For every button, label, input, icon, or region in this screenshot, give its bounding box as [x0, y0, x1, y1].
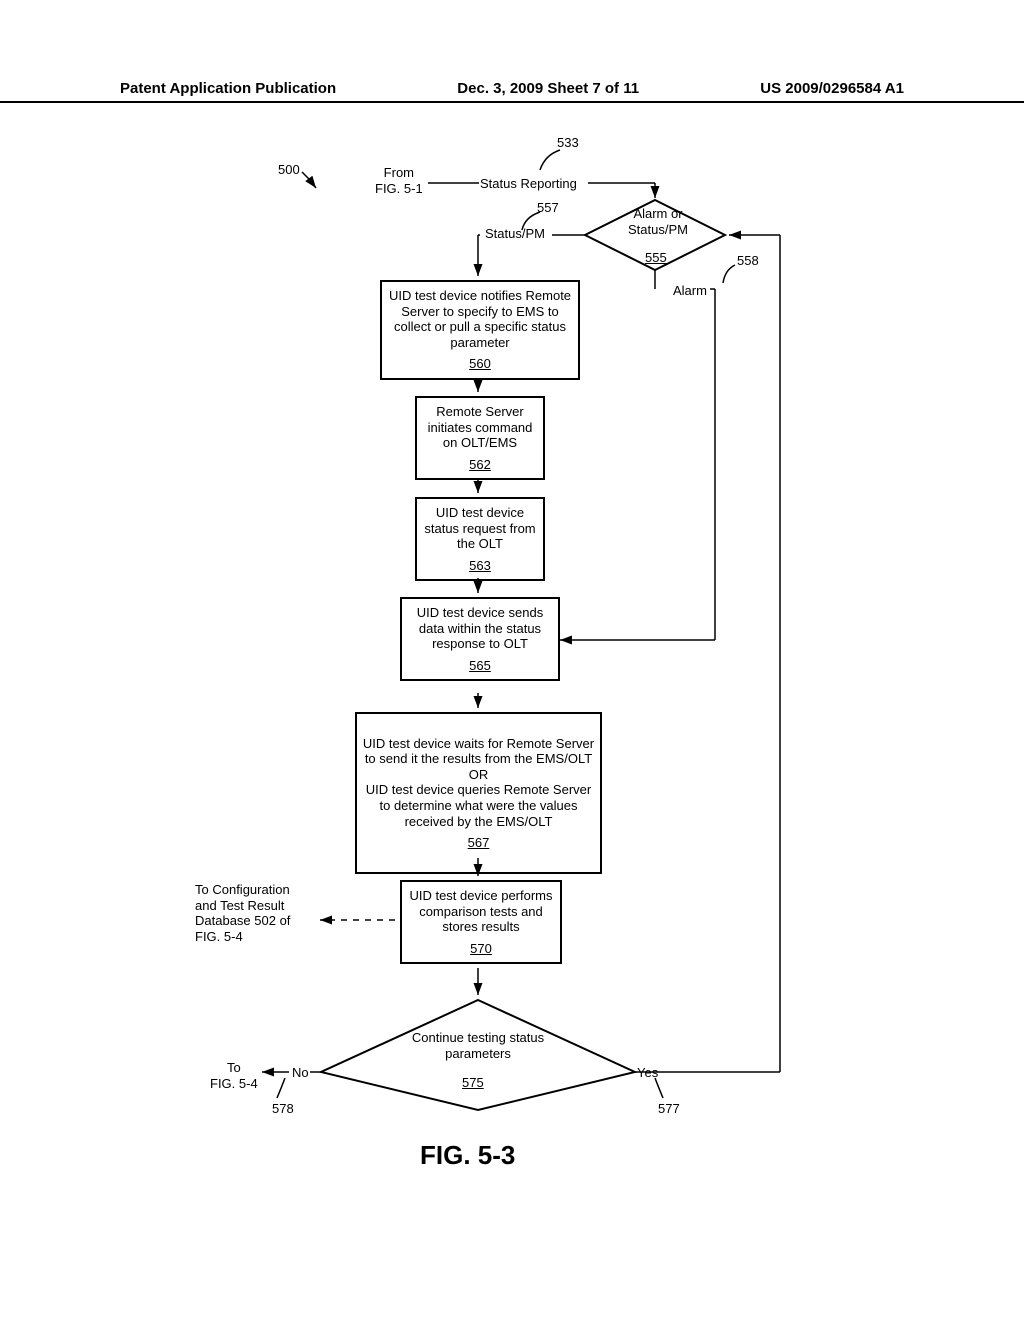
status-reporting-label: Status Reporting: [480, 176, 577, 192]
ref-557: 557: [537, 200, 559, 216]
box-562-ref: 562: [421, 457, 539, 473]
from-fig-label: From FIG. 5-1: [375, 165, 423, 196]
no-label: No: [292, 1065, 309, 1081]
box-567: UID test device waits for Remote Server …: [355, 712, 602, 874]
box-562-text: Remote Server initiates command on OLT/E…: [428, 404, 533, 450]
header-left: Patent Application Publication: [120, 80, 336, 97]
box-560: UID test device notifies Remote Server t…: [380, 280, 580, 380]
ref-577: 577: [658, 1101, 680, 1117]
box-565-ref: 565: [406, 658, 554, 674]
yes-label: Yes: [637, 1065, 658, 1081]
to-config-label: To Configuration and Test Result Databas…: [195, 882, 290, 944]
decision-575-text: Continue testing status parameters: [408, 1030, 548, 1061]
status-pm-label: Status/PM: [485, 226, 545, 242]
to-fig54-label: To FIG. 5-4: [210, 1060, 258, 1091]
box-567-ref: 567: [361, 835, 596, 851]
decision-555-ref: 555: [645, 250, 667, 266]
box-560-ref: 560: [386, 356, 574, 372]
box-563-text: UID test device status request from the …: [424, 505, 535, 551]
decision-555-text: Alarm or Status/PM: [618, 206, 698, 237]
box-570-text: UID test device performs comparison test…: [409, 888, 552, 934]
box-560-text: UID test device notifies Remote Server t…: [389, 288, 571, 350]
alarm-label: Alarm: [673, 283, 707, 299]
box-562: Remote Server initiates command on OLT/E…: [415, 396, 545, 480]
page-header: Patent Application Publication Dec. 3, 2…: [0, 80, 1024, 103]
box-570-ref: 570: [406, 941, 556, 957]
box-563: UID test device status request from the …: [415, 497, 545, 581]
header-right: US 2009/0296584 A1: [760, 80, 904, 97]
box-563-ref: 563: [421, 558, 539, 574]
figure-label: FIG. 5-3: [420, 1140, 515, 1171]
ref-533: 533: [557, 135, 579, 151]
ref-558: 558: [737, 253, 759, 269]
box-570: UID test device performs comparison test…: [400, 880, 562, 964]
decision-575-ref: 575: [462, 1075, 484, 1091]
box-565-text: UID test device sends data within the st…: [417, 605, 543, 651]
ref-500: 500: [278, 162, 300, 178]
box-565: UID test device sends data within the st…: [400, 597, 560, 681]
box-567-text: UID test device waits for Remote Server …: [363, 736, 594, 829]
header-center: Dec. 3, 2009 Sheet 7 of 11: [457, 80, 639, 97]
ref-578: 578: [272, 1101, 294, 1117]
